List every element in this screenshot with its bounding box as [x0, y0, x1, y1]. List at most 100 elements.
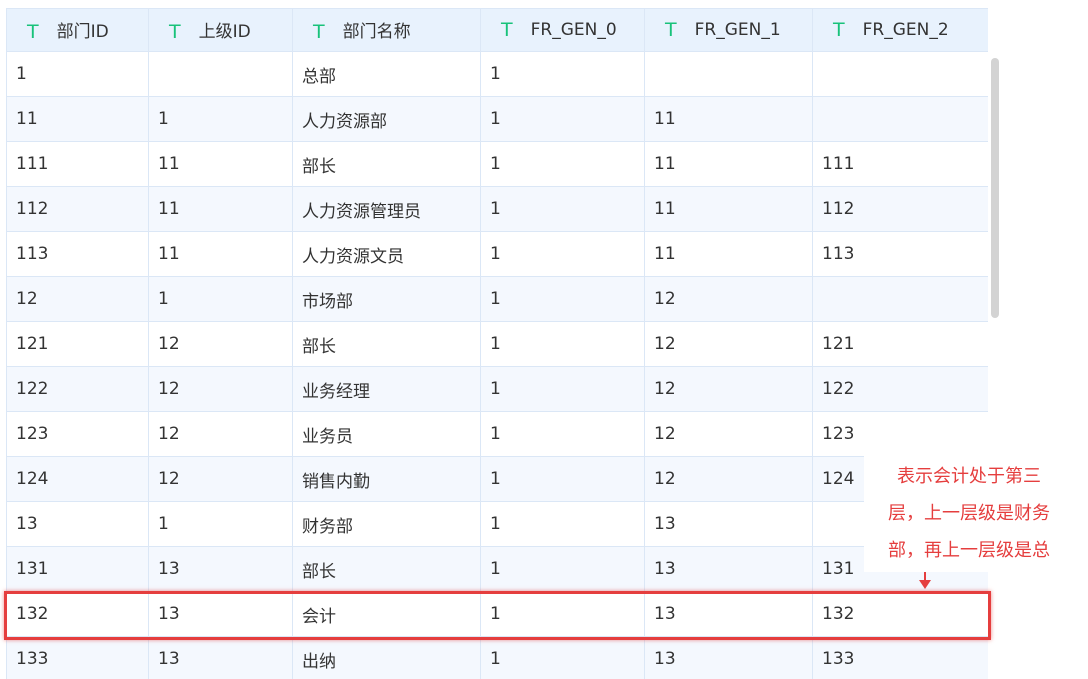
table-cell[interactable]: 13	[644, 636, 813, 679]
table-row[interactable]: 1 总部 1	[6, 51, 988, 97]
table-cell[interactable]: 1	[480, 546, 645, 592]
table-cell[interactable]: 业务员	[292, 411, 481, 457]
row-highlight-box	[4, 591, 991, 640]
table-cell[interactable]: 1	[480, 141, 645, 187]
table-cell[interactable]	[812, 51, 988, 97]
table-row[interactable]: 133 13 出纳 1 13 133	[6, 636, 988, 679]
column-label: FR_GEN_0	[530, 20, 617, 40]
table-cell[interactable]: 12	[148, 411, 293, 457]
column-header-dept-id[interactable]: T 部门ID	[6, 8, 149, 52]
column-header-fr-gen-2[interactable]: T FR_GEN_2	[812, 8, 988, 52]
table-cell[interactable]: 12	[148, 456, 293, 502]
table-cell[interactable]: 人力资源文员	[292, 231, 481, 277]
table-cell[interactable]: 121	[6, 321, 149, 367]
column-header-fr-gen-1[interactable]: T FR_GEN_1	[644, 8, 813, 52]
table-row[interactable]: 123 12 业务员 1 12 123	[6, 411, 988, 457]
table-cell[interactable]	[812, 96, 988, 142]
table-cell[interactable]: 部长	[292, 546, 481, 592]
table-cell[interactable]: 13	[6, 501, 149, 547]
table-cell[interactable]	[644, 51, 813, 97]
table-row[interactable]: 112 11 人力资源管理员 1 11 112	[6, 186, 988, 232]
table-cell[interactable]: 12	[644, 276, 813, 322]
table-body: 1 总部 1 11 1 人力资源部 1 11 111 11 部长 1 11 111 112 11 人力资源管理员…	[6, 51, 988, 679]
table-row[interactable]: 111 11 部长 1 11 111	[6, 141, 988, 187]
table-cell[interactable]: 11	[148, 141, 293, 187]
table-cell[interactable]: 11	[148, 231, 293, 277]
table-cell[interactable]: 12	[644, 456, 813, 502]
table-cell[interactable]: 13	[148, 636, 293, 679]
table-cell[interactable]: 133	[6, 636, 149, 679]
table-cell[interactable]: 12	[644, 366, 813, 412]
table-cell[interactable]: 部长	[292, 141, 481, 187]
table-cell[interactable]: 121	[812, 321, 988, 367]
table-cell[interactable]: 11	[644, 141, 813, 187]
table-cell[interactable]: 1	[480, 231, 645, 277]
table-cell[interactable]: 124	[6, 456, 149, 502]
table-cell[interactable]: 人力资源部	[292, 96, 481, 142]
table-cell[interactable]: 12	[644, 321, 813, 367]
table-row[interactable]: 122 12 业务经理 1 12 122	[6, 366, 988, 412]
table-cell[interactable]: 13	[148, 546, 293, 592]
table-cell[interactable]: 1	[480, 501, 645, 547]
table-cell[interactable]: 122	[6, 366, 149, 412]
table-cell[interactable]: 122	[812, 366, 988, 412]
column-header-parent-id[interactable]: T 上级ID	[148, 8, 293, 52]
table-row[interactable]: 11 1 人力资源部 1 11	[6, 96, 988, 142]
table-cell[interactable]: 11	[644, 231, 813, 277]
table-cell[interactable]: 1	[480, 411, 645, 457]
table-cell[interactable]: 总部	[292, 51, 481, 97]
table-cell[interactable]: 部长	[292, 321, 481, 367]
table-cell[interactable]: 出纳	[292, 636, 481, 679]
table-cell[interactable]: 112	[6, 186, 149, 232]
table-row[interactable]: 124 12 销售内勤 1 12 124	[6, 456, 988, 502]
vertical-scrollbar[interactable]	[988, 52, 1002, 679]
scrollbar-thumb[interactable]	[991, 58, 999, 318]
table-row[interactable]: 12 1 市场部 1 12	[6, 276, 988, 322]
table-cell[interactable]: 1	[480, 366, 645, 412]
table-cell[interactable]: 111	[812, 141, 988, 187]
table-cell[interactable]: 111	[6, 141, 149, 187]
table-cell[interactable]: 人力资源管理员	[292, 186, 481, 232]
table-cell[interactable]: 113	[6, 231, 149, 277]
table-cell[interactable]: 11	[148, 186, 293, 232]
table-cell[interactable]: 112	[812, 186, 988, 232]
table-cell[interactable]: 1	[480, 51, 645, 97]
table-cell[interactable]: 123	[812, 411, 988, 457]
column-header-dept-name[interactable]: T 部门名称	[292, 8, 481, 52]
table-cell[interactable]: 1	[148, 96, 293, 142]
table-cell[interactable]: 11	[644, 96, 813, 142]
table-cell[interactable]: 113	[812, 231, 988, 277]
table-cell[interactable]: 1	[480, 456, 645, 502]
table-cell[interactable]: 12	[6, 276, 149, 322]
table-cell[interactable]: 11	[644, 186, 813, 232]
table-cell[interactable]: 1	[480, 96, 645, 142]
table-cell[interactable]: 1	[480, 636, 645, 679]
table-cell[interactable]: 12	[644, 411, 813, 457]
table-cell[interactable]: 1	[148, 276, 293, 322]
table-cell[interactable]	[148, 51, 293, 97]
table-cell[interactable]: 11	[6, 96, 149, 142]
table-cell[interactable]: 1	[6, 51, 149, 97]
table-row[interactable]: 131 13 部长 1 13 131	[6, 546, 988, 592]
table-row[interactable]: 121 12 部长 1 12 121	[6, 321, 988, 367]
table-cell[interactable]: 1	[480, 321, 645, 367]
table-cell[interactable]: 财务部	[292, 501, 481, 547]
table-cell[interactable]: 市场部	[292, 276, 481, 322]
table-row[interactable]: 113 11 人力资源文员 1 11 113	[6, 231, 988, 277]
table-cell[interactable]: 131	[6, 546, 149, 592]
table-cell[interactable]: 销售内勤	[292, 456, 481, 502]
table-cell[interactable]: 业务经理	[292, 366, 481, 412]
table-row[interactable]: 13 1 财务部 1 13	[6, 501, 988, 547]
table-cell[interactable]: 123	[6, 411, 149, 457]
column-header-fr-gen-0[interactable]: T FR_GEN_0	[480, 8, 645, 52]
table-cell[interactable]	[812, 276, 988, 322]
table-cell[interactable]: 13	[644, 501, 813, 547]
table-cell[interactable]: 1	[148, 501, 293, 547]
table-cell[interactable]: 13	[644, 546, 813, 592]
table-cell[interactable]: 12	[148, 366, 293, 412]
table-cell[interactable]: 1	[480, 276, 645, 322]
table-cell[interactable]: 12	[148, 321, 293, 367]
table-cell[interactable]: 1	[480, 186, 645, 232]
annotation-callout: 表示会计处于第三 层，上一层级是财务 部，再上一层级是总	[864, 455, 1074, 572]
table-cell[interactable]: 133	[812, 636, 988, 679]
